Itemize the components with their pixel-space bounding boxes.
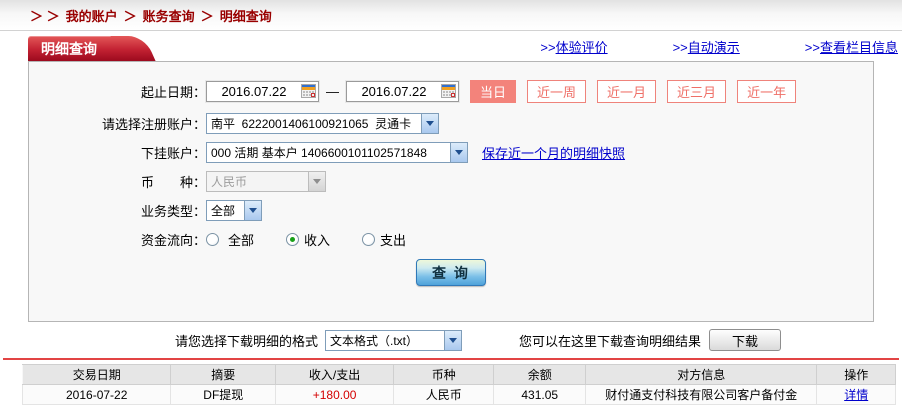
- download-format-label: 请您选择下载明细的格式: [175, 331, 318, 350]
- transaction-table: 交易日期 摘要 收入/支出 币种 余额 对方信息 操作 2016-07-22 D…: [22, 364, 896, 405]
- breadcrumb-prefix: ＞ ＞: [30, 6, 60, 25]
- currency-row: 币 种： 人民币: [29, 169, 873, 193]
- chevron-down-icon[interactable]: [450, 143, 467, 162]
- quick-range-week-button[interactable]: 近一周: [527, 80, 586, 103]
- col-header-balance: 余额: [494, 365, 586, 385]
- cell-currency: 人民币: [394, 385, 494, 405]
- query-panel: 起止日期： 2016.07.22 — 2016.07.22: [28, 61, 874, 322]
- business-type-row: 业务类型： 全部: [29, 198, 873, 222]
- save-snapshot-link[interactable]: 保存近一个月的明细快照: [482, 143, 625, 162]
- query-button-row: 查 询: [29, 259, 873, 286]
- table-header-row: 交易日期 摘要 收入/支出 币种 余额 对方信息 操作: [23, 365, 896, 385]
- quick-range-year-button[interactable]: 近一年: [737, 80, 796, 103]
- detail-link[interactable]: 详情: [844, 388, 868, 402]
- breadcrumb-item-my-account[interactable]: 我的账户: [66, 6, 118, 25]
- currency-label: 币 种：: [29, 172, 206, 191]
- fund-flow-row: 资金流向： 全部 收入 支出: [29, 227, 873, 251]
- cell-summary: DF提现: [171, 385, 276, 405]
- quick-range-today-button[interactable]: 当日: [470, 80, 516, 103]
- red-divider: [3, 358, 899, 360]
- radio-checked-icon[interactable]: [286, 233, 299, 246]
- cell-date: 2016-07-22: [23, 385, 171, 405]
- sub-account-label: 下挂账户：: [29, 143, 206, 162]
- fund-flow-option-all[interactable]: 全部: [206, 230, 254, 249]
- cell-action: 详情: [817, 385, 896, 405]
- register-account-row: 请选择注册账户： 南平 6222001406100921065 灵通卡: [29, 111, 873, 135]
- radio-unchecked-icon[interactable]: [362, 233, 375, 246]
- table-row: 2016-07-22 DF提现 +180.00 人民币 431.05 财付通支付…: [23, 385, 896, 405]
- radio-unchecked-icon[interactable]: [206, 233, 219, 246]
- quick-range-3months-button[interactable]: 近三月: [667, 80, 726, 103]
- breadcrumb-bar: ＞ ＞ 我的账户 ＞ 账务查询 ＞ 明细查询: [0, 0, 902, 31]
- fund-flow-option-expense[interactable]: 支出: [362, 230, 406, 249]
- tab-row: 明细查询 >>体验评价 >>自动演示 >>查看栏目信息: [0, 31, 902, 61]
- currency-select: 人民币: [206, 171, 326, 192]
- col-header-date: 交易日期: [23, 365, 171, 385]
- sub-account-row: 下挂账户： 000 活期 基本户 1406600101102571848 保存近…: [29, 140, 873, 164]
- col-header-currency: 币种: [394, 365, 494, 385]
- date-from-input[interactable]: 2016.07.22: [206, 81, 319, 102]
- quick-range-month-button[interactable]: 近一月: [597, 80, 656, 103]
- sub-account-select[interactable]: 000 活期 基本户 1406600101102571848: [206, 142, 468, 163]
- date-separator: —: [326, 84, 339, 99]
- breadcrumb-item-account-query[interactable]: 账务查询: [143, 6, 195, 25]
- cell-counterparty: 财付通支付科技有限公司客户备付金: [586, 385, 817, 405]
- download-hint: 您可以在这里下载查询明细结果: [519, 331, 701, 350]
- column-info-link[interactable]: >>查看栏目信息: [805, 37, 898, 56]
- chevron-down-icon: [308, 172, 325, 191]
- query-button[interactable]: 查 询: [416, 259, 486, 286]
- chevron-down-icon[interactable]: [244, 201, 261, 220]
- cell-amount: +180.00: [276, 385, 394, 405]
- col-header-summary: 摘要: [171, 365, 276, 385]
- chevron-down-icon[interactable]: [444, 331, 461, 350]
- chevron-down-icon[interactable]: [421, 114, 438, 133]
- register-account-label: 请选择注册账户：: [29, 114, 206, 133]
- calendar-icon[interactable]: [441, 84, 456, 98]
- breadcrumb-item-detail-query: 明细查询: [220, 6, 272, 25]
- experience-rating-link[interactable]: >>体验评价: [540, 37, 607, 56]
- breadcrumb-separator: ＞: [201, 6, 214, 25]
- business-type-label: 业务类型：: [29, 201, 206, 220]
- col-header-counterparty: 对方信息: [586, 365, 817, 385]
- calendar-icon[interactable]: [301, 84, 316, 98]
- download-format-select[interactable]: 文本格式（.txt）: [325, 330, 462, 351]
- date-range-label: 起止日期：: [29, 82, 206, 101]
- date-to-input[interactable]: 2016.07.22: [346, 81, 459, 102]
- fund-flow-label: 资金流向：: [29, 230, 206, 249]
- tab-detail-query: 明细查询: [28, 36, 134, 61]
- col-header-action: 操作: [817, 365, 896, 385]
- download-button[interactable]: 下载: [709, 329, 781, 351]
- cell-balance: 431.05: [494, 385, 586, 405]
- col-header-amount: 收入/支出: [276, 365, 394, 385]
- download-row: 请您选择下载明细的格式 文本格式（.txt） 您可以在这里下载查询明细结果 下载: [0, 328, 902, 352]
- date-range-row: 起止日期： 2016.07.22 — 2016.07.22: [29, 79, 873, 103]
- fund-flow-option-income[interactable]: 收入: [286, 230, 330, 249]
- register-account-select[interactable]: 南平 6222001406100921065 灵通卡: [206, 113, 439, 134]
- breadcrumb-separator: ＞: [124, 6, 137, 25]
- auto-demo-link[interactable]: >>自动演示: [673, 37, 740, 56]
- business-type-select[interactable]: 全部: [206, 200, 262, 221]
